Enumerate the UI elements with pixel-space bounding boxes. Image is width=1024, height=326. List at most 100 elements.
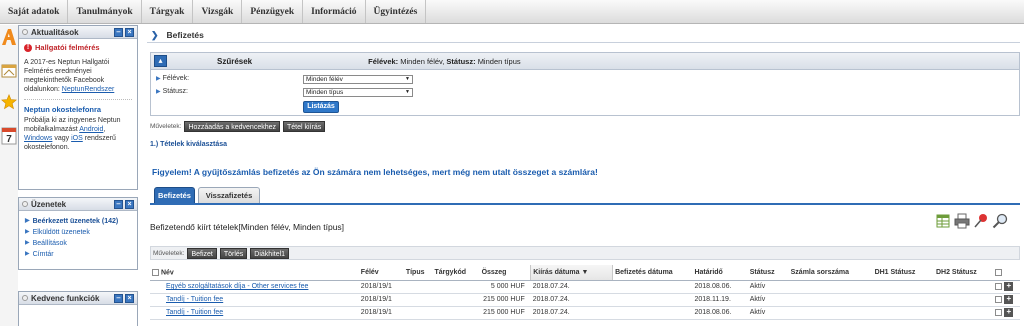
calendar-icon[interactable]	[1, 62, 17, 78]
minimize-icon[interactable]: ‒	[114, 28, 123, 37]
warning-message: Figyelem! A gyűjtőszámlás befizetés az Ö…	[152, 167, 598, 177]
cell-dh1-status	[872, 306, 934, 320]
list-button[interactable]: Listázás	[303, 101, 339, 113]
arrow-right-icon: ▶	[25, 240, 30, 246]
close-icon[interactable]: ×	[125, 200, 134, 209]
favorite-star-icon[interactable]	[1, 94, 17, 110]
menu-item-tanulmanyok[interactable]: Tanulmányok	[68, 0, 142, 23]
cell-dh2-status	[933, 293, 994, 307]
pay-button[interactable]: Befizet	[187, 247, 217, 259]
column-header-dh2-status[interactable]: DH2 Státusz	[933, 265, 994, 281]
sent-messages-link[interactable]: ▶ Elküldött üzenetek	[25, 227, 131, 238]
news-panel-title: Aktualitások	[31, 27, 79, 37]
collapse-toggle-icon[interactable]: ▴	[154, 55, 167, 67]
item-name-link[interactable]: Tandíj - Tuition fee	[166, 309, 223, 316]
settings-link[interactable]: ▶ Beállítások	[25, 238, 131, 249]
column-header-semester[interactable]: Félév	[358, 265, 404, 281]
quick-icon-strip: 7	[0, 25, 18, 326]
tab-visszafizetes[interactable]: Visszafizetés	[198, 187, 260, 203]
column-header-subject-code[interactable]: Tárgykód	[432, 265, 480, 281]
column-header-status[interactable]: Státusz	[747, 265, 789, 281]
item-issue-button[interactable]: Tétel kiírás	[283, 120, 326, 132]
column-header-dh1-status[interactable]: DH1 Státusz	[872, 265, 934, 281]
warning-icon: !	[24, 43, 32, 52]
expand-row-icon[interactable]: +	[1004, 308, 1014, 317]
close-icon[interactable]: ×	[125, 294, 134, 303]
cell-dh1-status	[872, 280, 934, 294]
cell-issue-date: 2018.07.24.	[530, 306, 613, 320]
news-item-title[interactable]: Hallgatói felmérés	[35, 43, 100, 52]
directory-link[interactable]: ▶ Címtár	[25, 249, 131, 260]
cell-deadline: 2018.08.06.	[692, 280, 748, 294]
menu-item-penzugyek[interactable]: Pénzügyek	[242, 0, 304, 23]
column-header-invoice-number[interactable]: Számla sorszáma	[788, 265, 873, 281]
news-panel-header: Aktualitások ‒ ×	[19, 26, 137, 39]
android-link[interactable]: Android	[79, 126, 103, 133]
news-item-title[interactable]: Neptun okostelefonra	[24, 105, 132, 114]
row-checkbox[interactable]	[995, 296, 1003, 303]
minimize-icon[interactable]: ‒	[114, 294, 123, 303]
cell-dh2-status	[933, 280, 994, 294]
filter-summary-value: Minden típus	[477, 56, 521, 66]
cell-type	[403, 306, 433, 320]
status-select[interactable]: Minden típus ▼	[303, 88, 413, 97]
menu-item-targyak[interactable]: Tárgyak	[142, 0, 194, 23]
row-checkbox[interactable]	[995, 283, 1003, 290]
cell-amount: 215 000 HUF	[479, 306, 531, 320]
add-to-favorites-button[interactable]: Hozzáadás a kedvencekhez	[184, 120, 280, 132]
menu-item-ugyintezes[interactable]: Ügyintézés	[366, 0, 427, 23]
item-name-link[interactable]: Tandíj - Tuition fee	[166, 296, 223, 303]
minimize-icon[interactable]: ‒	[114, 200, 123, 209]
expand-row-icon[interactable]: +	[1004, 295, 1014, 304]
operations-bar: Műveletek: Hozzáadás a kedvencekhez Téte…	[150, 120, 326, 132]
menu-item-vizsgak[interactable]: Vizsgák	[193, 0, 243, 23]
print-icon[interactable]	[954, 213, 970, 229]
list-operations-bar: Műveletek: Befizet Törlés Diákhitel1	[150, 246, 1020, 260]
neptunrendszer-link[interactable]: NeptunRendszer	[62, 86, 115, 93]
item-name-link[interactable]: Egyéb szolgáltatások díja - Other servic…	[166, 283, 308, 290]
cell-subject-code	[432, 306, 480, 320]
menu-item-informacio[interactable]: Információ	[303, 0, 366, 23]
select-all-checkbox[interactable]	[152, 268, 159, 276]
cell-deadline: 2018.11.19.	[692, 293, 748, 307]
status-select-value: Minden típus	[306, 89, 344, 96]
column-header-deadline[interactable]: Határidő	[692, 265, 748, 281]
close-icon[interactable]: ×	[125, 28, 134, 37]
operations-label: Műveletek:	[150, 122, 182, 130]
windows-link[interactable]: Windows	[24, 135, 52, 142]
favorites-panel-header: Kedvenc funkciók ‒ ×	[19, 292, 137, 305]
inbox-link[interactable]: ▶ Beérkezett üzenetek (142)	[25, 216, 131, 227]
column-header-name[interactable]: Név	[150, 265, 359, 281]
neptun-logo-icon[interactable]	[1, 28, 17, 46]
cell-semester: 2018/19/1	[358, 293, 404, 307]
search-icon[interactable]	[992, 213, 1008, 229]
pin-icon[interactable]	[973, 213, 989, 229]
student-loan-button[interactable]: Diákhitel1	[250, 247, 290, 259]
table-row: Tandíj - Tuition fee 2018/19/1 215 000 H…	[150, 306, 1020, 320]
table-header-row: Név Félév Típus Tárgykód Összeg Kiírás d…	[150, 265, 1020, 281]
semester-select[interactable]: Minden félév ▼	[303, 75, 413, 84]
tab-befizetes[interactable]: Befizetés	[154, 187, 195, 203]
sent-messages-label: Elküldött üzenetek	[32, 229, 90, 236]
ios-link[interactable]: iOS	[71, 135, 83, 142]
select-all-checkbox[interactable]	[995, 268, 1003, 276]
column-header-payment-date[interactable]: Befizetés dátuma	[612, 265, 693, 281]
chevron-down-icon: ▼	[405, 76, 410, 82]
excel-export-icon[interactable]	[935, 213, 951, 229]
column-header-issue-date[interactable]: Kiírás dátuma ▼	[530, 265, 614, 281]
expand-row-icon[interactable]: +	[1004, 282, 1014, 291]
chevron-right-icon: ❯	[151, 29, 159, 40]
list-title: Befizetendő kiírt tételek[Minden félév, …	[150, 222, 345, 232]
cell-invoice-number	[788, 306, 873, 320]
payment-items-table: Név Félév Típus Tárgykód Összeg Kiírás d…	[150, 265, 1020, 320]
svg-text:7: 7	[6, 134, 12, 145]
menu-item-sajat-adatok[interactable]: Saját adatok	[0, 0, 69, 23]
column-header-type[interactable]: Típus	[403, 265, 433, 281]
day-calendar-icon[interactable]: 7	[1, 127, 17, 145]
row-checkbox[interactable]	[995, 309, 1003, 316]
filter-summary-value: Minden félév,	[400, 56, 445, 66]
column-header-amount[interactable]: Összeg	[479, 265, 531, 281]
delete-button[interactable]: Törlés	[219, 247, 248, 259]
cell-type	[403, 280, 433, 294]
cell-payment-date	[612, 280, 693, 294]
